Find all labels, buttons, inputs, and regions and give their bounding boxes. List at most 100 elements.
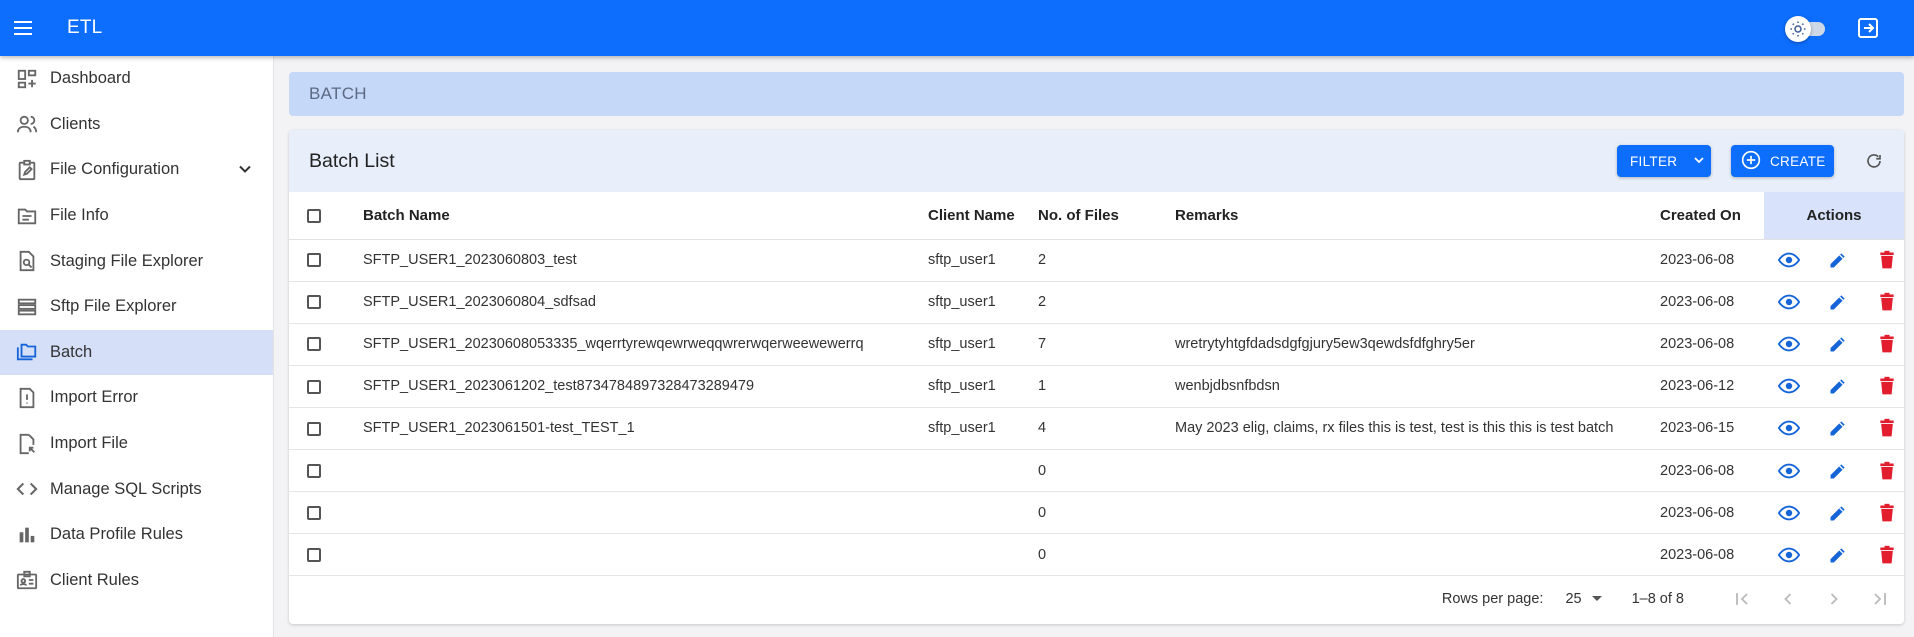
last-page-icon[interactable] (1868, 587, 1892, 611)
sidebar-item-manage-sql-scripts[interactable]: Manage SQL Scripts (0, 466, 273, 512)
file-info-icon (14, 203, 40, 229)
sidebar-item-dashboard[interactable]: Dashboard (0, 56, 273, 102)
column-header-created-on[interactable]: Created On (1660, 192, 1764, 240)
row-checkbox[interactable] (307, 421, 321, 436)
row-checkbox[interactable] (307, 337, 321, 352)
add-circle-icon (1741, 150, 1761, 173)
edit-icon[interactable] (1825, 542, 1851, 568)
sidebar-item-label: File Configuration (50, 160, 180, 179)
sidebar-item-data-profile-rules[interactable]: Data Profile Rules (0, 512, 273, 558)
view-icon[interactable] (1776, 373, 1802, 399)
file-count-cell: 4 (1038, 407, 1175, 450)
filter-button[interactable]: FILTER (1617, 145, 1711, 177)
edit-icon[interactable] (1825, 415, 1851, 441)
select-all-checkbox[interactable] (307, 208, 321, 223)
sidebar-item-file-configuration[interactable]: File Configuration (0, 147, 273, 193)
batch-list-card: Batch List FILTER CREATE Batch Name Clie… (289, 130, 1904, 624)
edit-icon[interactable] (1825, 289, 1851, 315)
delete-icon[interactable] (1874, 458, 1900, 484)
table-row[interactable]: SFTP_USER1_20230608053335_wqerrtyrewqewr… (289, 323, 1904, 366)
previous-page-icon[interactable] (1776, 587, 1800, 611)
delete-icon[interactable] (1874, 373, 1900, 399)
view-icon[interactable] (1776, 458, 1802, 484)
sidebar-item-batch[interactable]: Batch (0, 329, 273, 376)
delete-icon[interactable] (1874, 331, 1900, 357)
code-icon (14, 476, 40, 502)
first-page-icon[interactable] (1730, 587, 1754, 611)
rows-per-page-label: Rows per page: (1441, 590, 1544, 607)
delete-icon[interactable] (1874, 247, 1900, 273)
table-row[interactable]: SFTP_USER1_2023061501-test_TEST_1 sftp_us… (289, 407, 1904, 450)
sidebar-item-file-info[interactable]: File Info (0, 193, 273, 239)
view-icon[interactable] (1776, 500, 1802, 526)
table-row[interactable]: SFTP_USER1_2023061202_test87347848973284… (289, 365, 1904, 408)
sidebar-item-client-rules[interactable]: Client Rules (0, 558, 273, 604)
created-on-cell: 2023-06-08 (1660, 491, 1764, 535)
row-checkbox[interactable] (307, 547, 321, 562)
page-range: 1–8 of 8 (1631, 590, 1684, 607)
create-button[interactable]: CREATE (1731, 145, 1834, 177)
remarks-cell (1175, 239, 1660, 282)
delete-icon[interactable] (1874, 289, 1900, 315)
edit-icon[interactable] (1825, 500, 1851, 526)
created-on-cell: 2023-06-08 (1660, 449, 1764, 493)
row-checkbox[interactable] (307, 463, 321, 478)
edit-icon[interactable] (1825, 247, 1851, 273)
sidebar-item-label: Clients (50, 114, 101, 133)
chevron-down-icon[interactable] (235, 159, 255, 184)
column-header-actions: Actions (1764, 192, 1904, 240)
row-select-cell (289, 491, 363, 535)
theme-toggle[interactable] (1785, 16, 1827, 42)
delete-icon[interactable] (1874, 415, 1900, 441)
row-checkbox[interactable] (307, 505, 321, 520)
delete-icon[interactable] (1874, 542, 1900, 568)
column-header-files[interactable]: No. of Files (1038, 192, 1175, 240)
table-row[interactable]: 0 2023-06-08 (289, 449, 1904, 493)
file-count-cell: 7 (1038, 323, 1175, 366)
column-header-batch-name[interactable]: Batch Name (363, 192, 928, 240)
clipboard-edit-icon (14, 157, 40, 183)
sidebar-item-sftp-file-explorer[interactable]: Sftp File Explorer (0, 284, 273, 330)
view-icon[interactable] (1776, 247, 1802, 273)
remarks-cell (1175, 533, 1660, 577)
row-checkbox[interactable] (307, 253, 321, 268)
menu-icon[interactable] (0, 0, 48, 56)
batch-name-cell: SFTP_USER1_2023061202_test87347848973284… (363, 365, 928, 408)
view-icon[interactable] (1776, 415, 1802, 441)
column-header-client-name[interactable]: Client Name (928, 192, 1038, 240)
table-row[interactable]: SFTP_USER1_2023060804_sdfsad sftp_user1 2 2… (289, 281, 1904, 324)
edit-icon[interactable] (1825, 331, 1851, 357)
view-icon[interactable] (1776, 289, 1802, 315)
main-content: BATCH Batch List FILTER CREATE Batch Nam… (289, 72, 1904, 624)
column-header-remarks[interactable]: Remarks (1175, 192, 1660, 240)
table-row[interactable]: 0 2023-06-08 (289, 533, 1904, 577)
client-name-cell: sftp_user1 (928, 365, 1038, 408)
edit-icon[interactable] (1825, 458, 1851, 484)
delete-icon[interactable] (1874, 500, 1900, 526)
next-page-icon[interactable] (1822, 587, 1846, 611)
refresh-icon[interactable] (1864, 151, 1884, 171)
breadcrumb: BATCH (289, 72, 1904, 116)
client-name-cell (928, 533, 1038, 577)
remarks-cell: wenbjdbsnfbdsn (1175, 365, 1660, 408)
view-icon[interactable] (1776, 331, 1802, 357)
table-row[interactable]: 0 2023-06-08 (289, 491, 1904, 535)
chevron-down-icon (1691, 152, 1707, 171)
row-checkbox[interactable] (307, 379, 321, 394)
view-icon[interactable] (1776, 542, 1802, 568)
batch-name-cell (363, 491, 928, 535)
logout-icon[interactable] (1855, 15, 1881, 41)
row-checkbox[interactable] (307, 295, 321, 310)
sidebar-item-import-error[interactable]: Import Error (0, 375, 273, 421)
created-on-cell: 2023-06-08 (1660, 281, 1764, 324)
actions-cell (1764, 407, 1904, 450)
sidebar-item-clients[interactable]: Clients (0, 102, 273, 148)
table-row[interactable]: SFTP_USER1_2023060803_test sftp_user1 2 202… (289, 239, 1904, 282)
sidebar-item-import-file[interactable]: Import File (0, 421, 273, 467)
sidebar-item-staging-file-explorer[interactable]: Staging File Explorer (0, 238, 273, 284)
edit-icon[interactable] (1825, 373, 1851, 399)
sidebar-item-label: Sftp File Explorer (50, 297, 177, 316)
sidebar: Dashboard Clients File Configuration Fil… (0, 56, 274, 637)
select-all-cell (289, 192, 363, 240)
rows-per-page-select[interactable]: 25 (1565, 591, 1602, 607)
